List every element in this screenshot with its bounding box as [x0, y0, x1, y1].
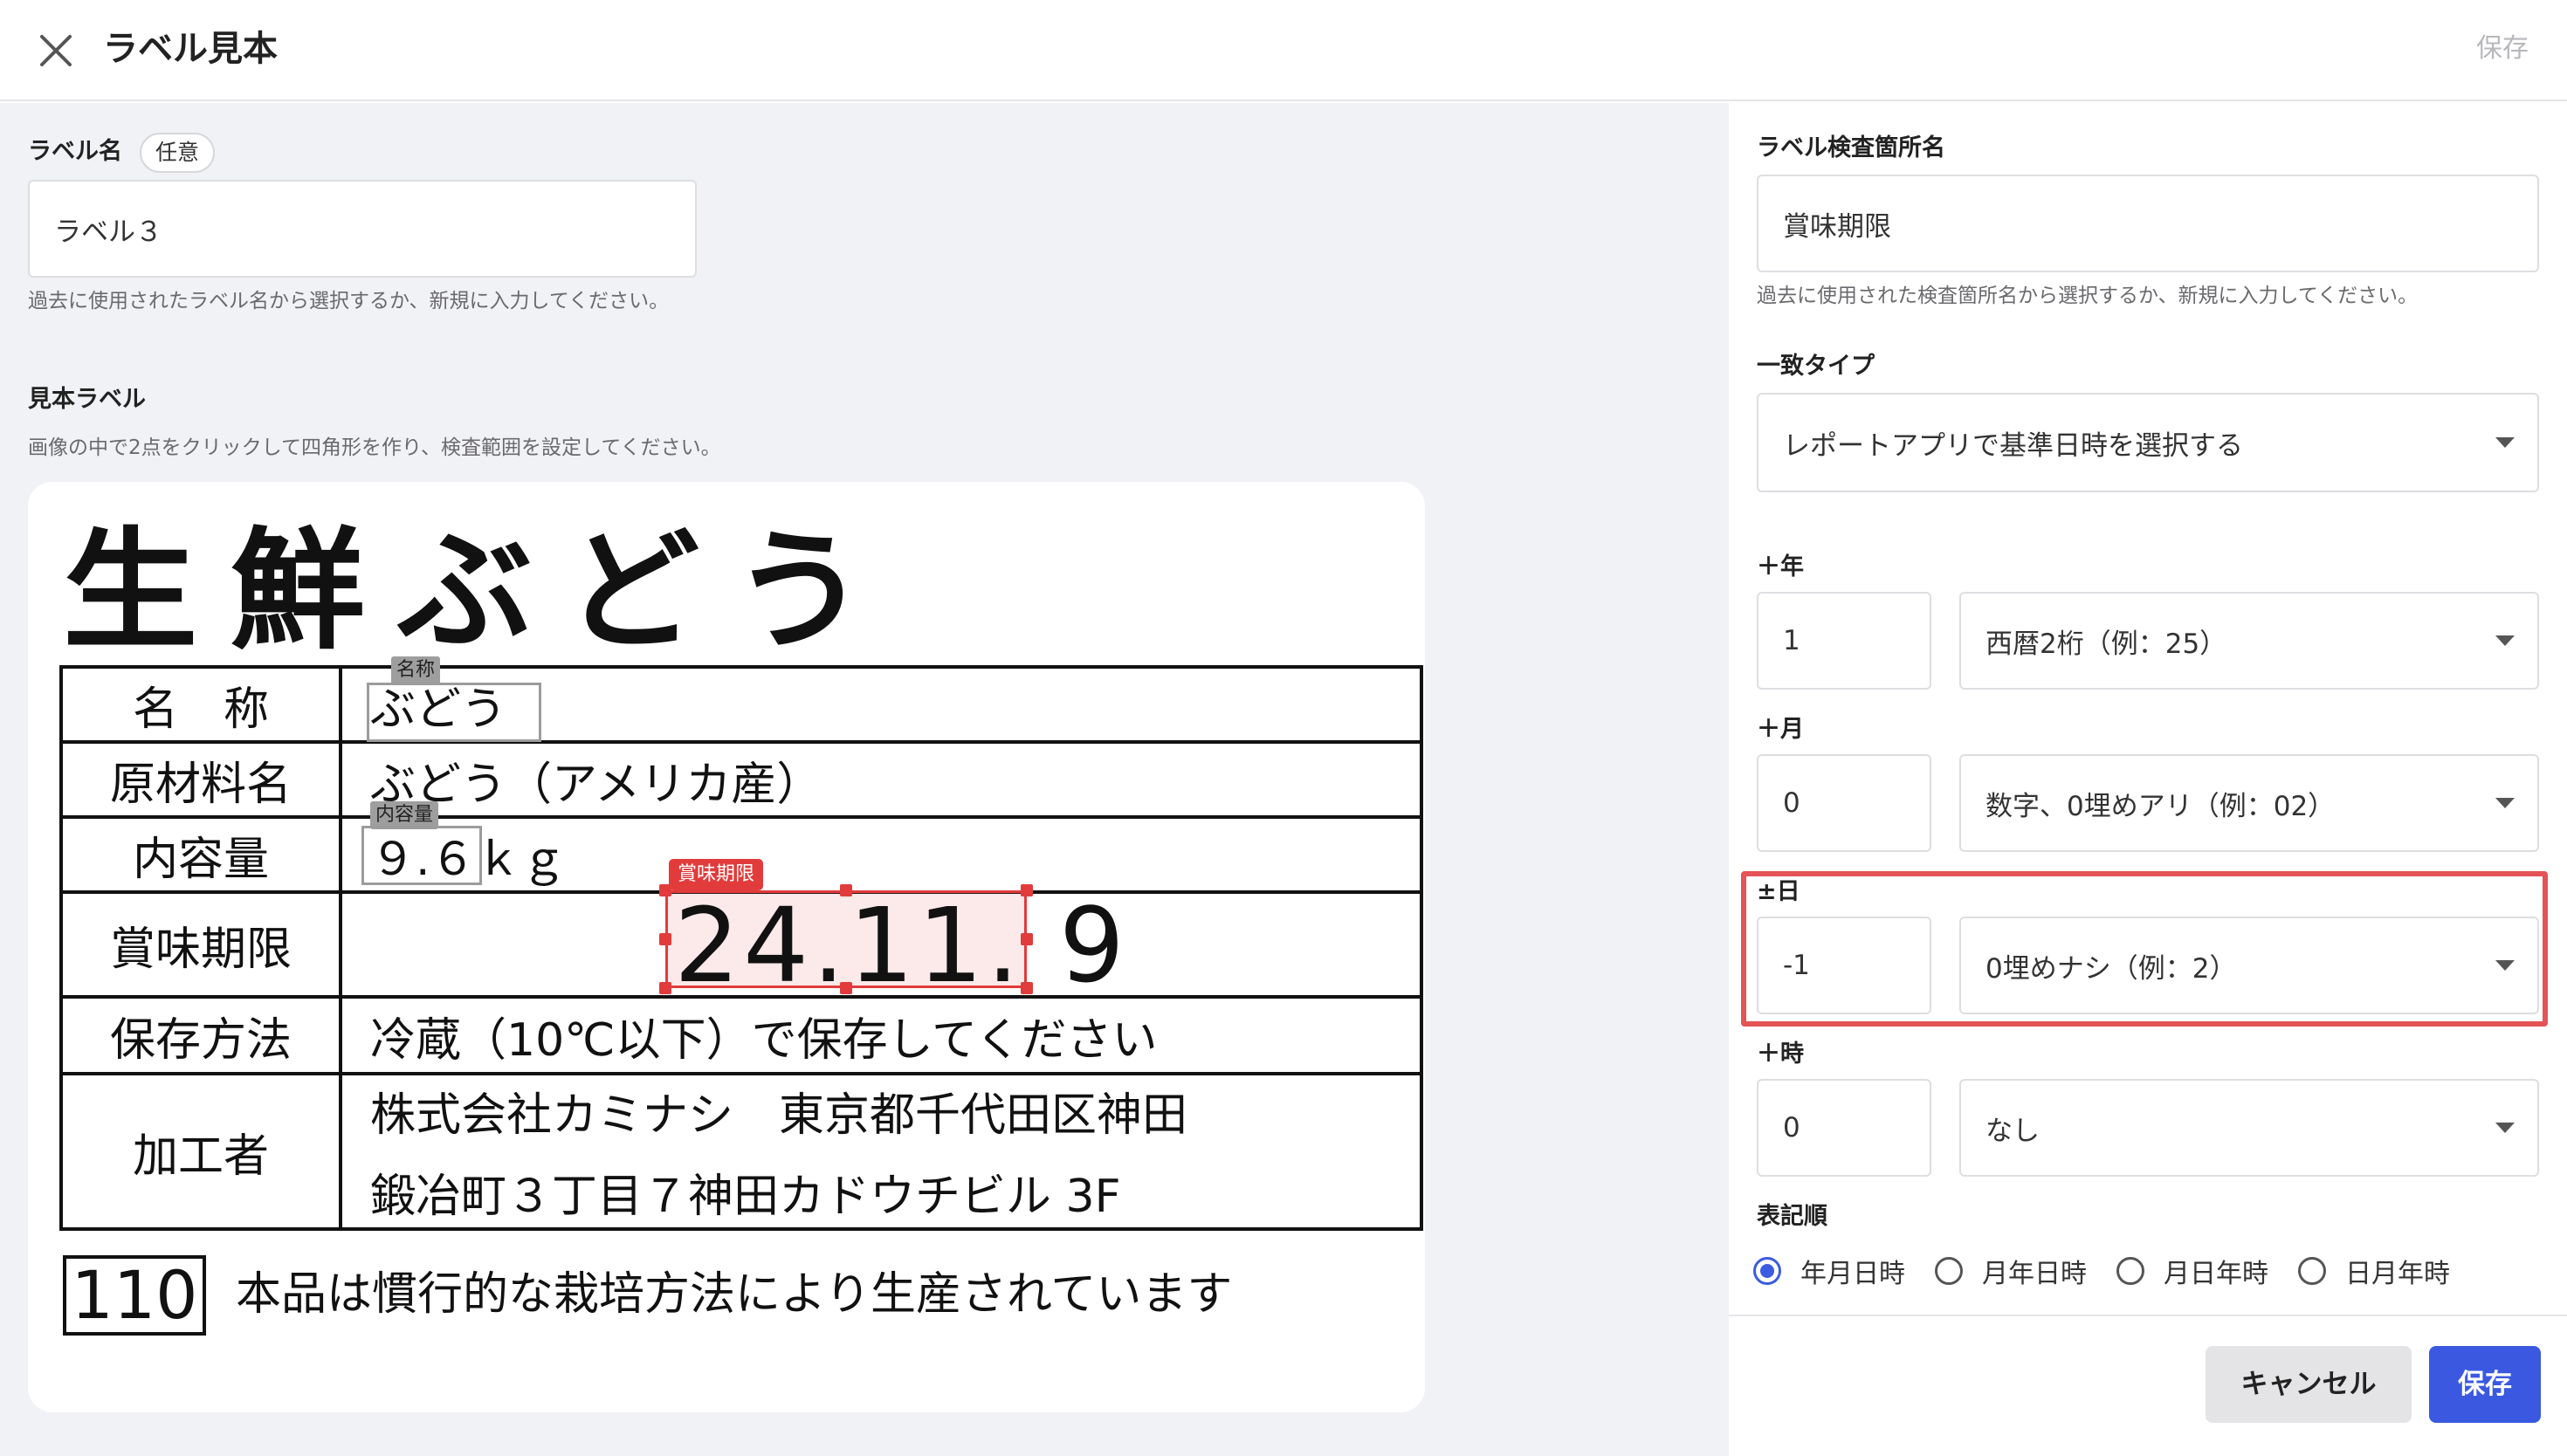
row-value: ぶどう（アメリカ産） [339, 740, 1423, 819]
row-key: 内容量 [59, 815, 342, 894]
cancel-button[interactable]: キャンセル [2206, 1346, 2412, 1423]
order-option-label: 年月日時 [1800, 1259, 1905, 1289]
order-option-ymdh[interactable]: 年月日時 [1753, 1252, 1905, 1290]
year-format-value: 西暦2桁（例：25） [1985, 628, 2227, 660]
match-type-label: 一致タイプ [1757, 353, 1875, 380]
resize-handle[interactable] [1021, 884, 1033, 896]
row-value: 冷蔵（10℃以下）で保存してください [339, 995, 1423, 1075]
chevron-down-icon [2495, 635, 2515, 646]
label-note: 本品は慣行的な栽培方法により生産されています [236, 1268, 1233, 1321]
row-key: 名 称 [59, 665, 342, 744]
order-option-mydh[interactable]: 月年日時 [1935, 1252, 2087, 1290]
row-key: 加工者 [59, 1072, 342, 1231]
inspection-name-input[interactable]: 賞味期限 [1757, 175, 2539, 272]
resize-handle[interactable] [659, 982, 671, 994]
footer-divider [1729, 1315, 2567, 1316]
radio-icon[interactable] [1935, 1257, 1963, 1285]
close-button[interactable] [30, 24, 82, 77]
inspection-name-helper: 過去に使用された検査箇所名から選択するか、新規に入力してください。 [1757, 285, 2419, 307]
resize-handle[interactable] [659, 933, 671, 945]
chevron-down-icon [2495, 960, 2515, 971]
order-option-label: 日月年時 [2345, 1259, 2450, 1289]
row-value: ９.６ｋｇ [339, 815, 1423, 894]
match-type-value: レポートアプリで基準日時を選択する [1783, 429, 2243, 462]
order-option-label: 月日年時 [2164, 1259, 2268, 1289]
sample-label-helper: 画像の中で2点をクリックして四角形を作り、検査範囲を設定してください。 [28, 436, 721, 459]
chevron-down-icon [2495, 437, 2515, 448]
hour-offset-label: ＋時 [1757, 1040, 1804, 1068]
resize-handle[interactable] [1021, 982, 1033, 994]
match-type-select[interactable]: レポートアプリで基準日時を選択する [1757, 393, 2539, 492]
label-name-helper: 過去に使用されたラベル名から選択するか、新規に入力してください。 [28, 290, 670, 312]
table-row: 加工者 株式会社カミナシ 東京都千代田区神田 鍛冶町３丁目７神田カドウチビル 3… [59, 1072, 1423, 1231]
label-name-label: ラベル名 [28, 138, 122, 165]
left-panel: ラベル名 任意 ラベル３ 過去に使用されたラベル名から選択するか、新規に入力して… [0, 103, 1729, 1456]
month-offset-input[interactable]: 0 [1757, 754, 1931, 852]
hour-format-value: なし [1985, 1115, 2040, 1147]
row-key: 賞味期限 [59, 890, 342, 999]
label-code-box: 110 [63, 1255, 206, 1336]
sample-label-heading: 見本ラベル [28, 386, 146, 413]
resize-handle[interactable] [659, 884, 671, 896]
save-button[interactable]: 保存 [2429, 1346, 2541, 1423]
row-value: 株式会社カミナシ 東京都千代田区神田 鍛冶町３丁目７神田カドウチビル 3F [339, 1072, 1423, 1231]
chevron-down-icon [2495, 798, 2515, 808]
year-format-select[interactable]: 西暦2桁（例：25） [1959, 592, 2539, 690]
row-key: 保存方法 [59, 995, 342, 1075]
region-box-name[interactable] [367, 683, 541, 742]
chevron-down-icon [2495, 1123, 2515, 1133]
table-row: 保存方法 冷蔵（10℃以下）で保存してください [59, 995, 1423, 1075]
close-icon[interactable] [30, 24, 82, 77]
label-image-title: 生鮮ぶどう [63, 514, 899, 668]
resize-handle[interactable] [840, 982, 852, 994]
month-format-value: 数字、0埋めアリ（例：02） [1985, 790, 2336, 822]
hour-offset-input[interactable]: 0 [1757, 1079, 1931, 1177]
day-offset-input[interactable]: -1 [1757, 917, 1931, 1014]
order-option-label: 月年日時 [1982, 1259, 2087, 1289]
table-row: 名 称 ぶどう [59, 665, 1423, 744]
row-value-line: 株式会社カミナシ 東京都千代田区神田 [370, 1089, 1188, 1142]
hour-format-select[interactable]: なし [1959, 1079, 2539, 1177]
radio-icon[interactable] [2298, 1257, 2326, 1285]
sample-label-image[interactable]: 生鮮ぶどう 名 称 ぶどう 原材料名 ぶどう（アメリカ産） 内容量 ９.６ｋｇ … [28, 482, 1425, 1412]
header-save-button[interactable]: 保存 [2476, 26, 2529, 72]
region-tag-name[interactable]: 名称 [391, 656, 441, 684]
order-option-mdyh[interactable]: 月日年時 [2116, 1252, 2268, 1290]
month-offset-label: ＋月 [1757, 716, 1804, 743]
resize-handle[interactable] [840, 884, 852, 896]
resize-handle[interactable] [1021, 933, 1033, 945]
order-radio-group: 年月日時 月年日時 月日年時 日月年時 [1753, 1252, 2480, 1290]
day-format-select[interactable]: 0埋めナシ（例：2） [1959, 917, 2539, 1014]
order-option-dmyh[interactable]: 日月年時 [2298, 1252, 2450, 1290]
page-title: ラベル見本 [103, 29, 278, 69]
table-row: 原材料名 ぶどう（アメリカ産） [59, 740, 1423, 819]
row-key: 原材料名 [59, 740, 342, 819]
expiry-value: 24.11. 9 [674, 885, 1128, 1006]
radio-selected-icon[interactable] [1753, 1257, 1781, 1285]
year-offset-input[interactable]: 1 [1757, 592, 1931, 690]
dialog-header: ラベル見本 保存 [0, 0, 2567, 101]
order-label: 表記順 [1757, 1203, 1827, 1230]
day-format-value: 0埋めナシ（例：2） [1985, 952, 2237, 985]
row-value-line: 鍛冶町３丁目７神田カドウチビル 3F [370, 1171, 1121, 1223]
optional-badge: 任意 [140, 133, 216, 173]
year-offset-label: ＋年 [1757, 553, 1804, 580]
inspection-name-label: ラベル検査箇所名 [1757, 134, 1945, 161]
region-box-content[interactable] [361, 826, 482, 885]
radio-icon[interactable] [2116, 1257, 2144, 1285]
day-offset-label: ±日 [1757, 878, 1800, 905]
label-name-input[interactable]: ラベル３ [28, 180, 697, 278]
month-format-select[interactable]: 数字、0埋めアリ（例：02） [1959, 754, 2539, 852]
